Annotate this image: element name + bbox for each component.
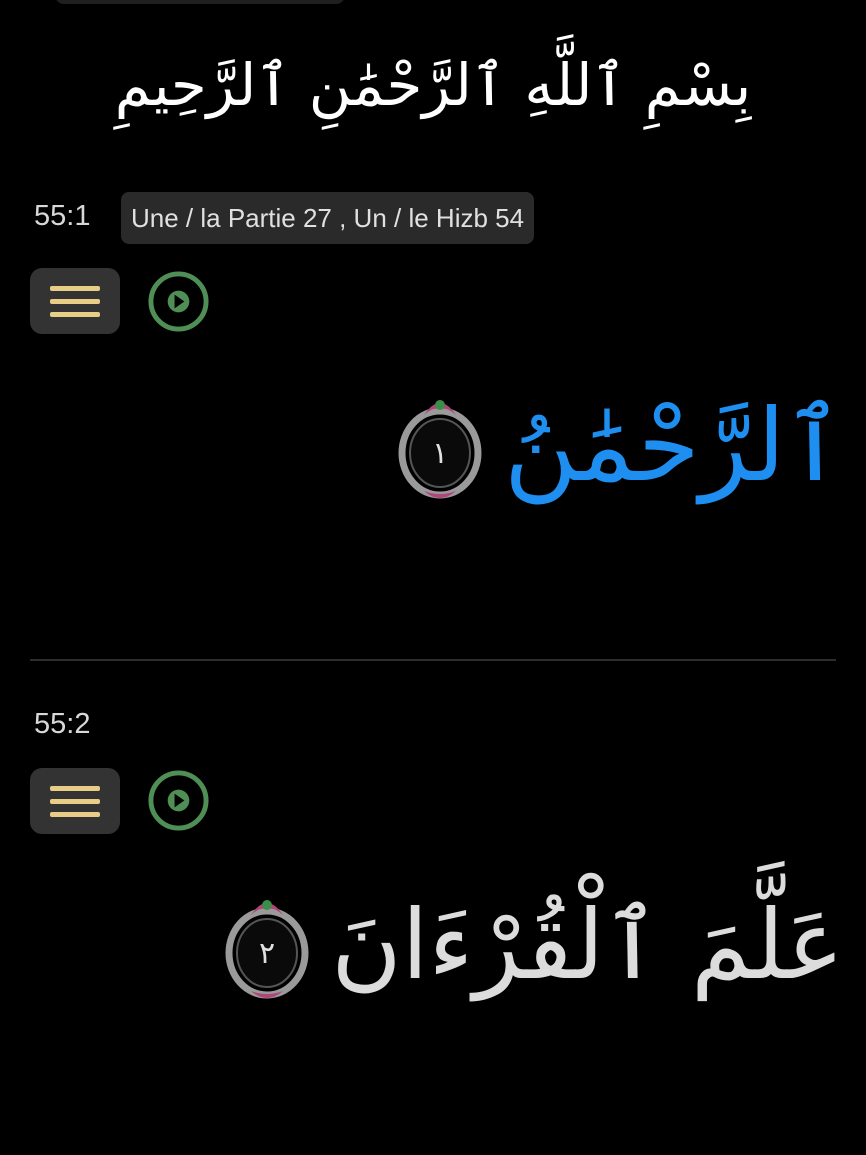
verse-number: 55:2 [34, 708, 91, 740]
ayah-end-marker-icon: ٢ [225, 900, 309, 999]
ayah-marker-number: ٢ [259, 936, 275, 971]
ayah-line[interactable]: عَلَّمَ ٱلْقُرْءَانَ ٢ [221, 885, 844, 1005]
verse-menu-button[interactable] [30, 768, 120, 834]
ayah-text: عَلَّمَ ٱلْقُرْءَانَ [331, 889, 844, 1001]
hamburger-icon [50, 285, 100, 291]
basmala-heading: بِسْمِ ٱللَّهِ ٱلرَّحْمَٰنِ ٱلرَّحِيمِ [114, 51, 752, 119]
play-icon[interactable] [147, 270, 210, 333]
top-handle [55, 0, 345, 4]
verse-menu-button[interactable] [30, 268, 120, 334]
hamburger-icon [50, 785, 100, 791]
ayah-line[interactable]: ٱلرَّحْمَٰنُ ١ [394, 385, 844, 505]
quran-reader-screen: بِسْمِ ٱللَّهِ ٱلرَّحْمَٰنِ ٱلرَّحِيمِ 5… [0, 0, 866, 1155]
ayah-marker-number: ١ [432, 436, 448, 471]
verse-divider [30, 659, 836, 661]
ayah-text: ٱلرَّحْمَٰنُ [504, 386, 844, 504]
verse-number: 55:1 [34, 200, 91, 232]
ayah-end-marker-icon: ١ [398, 400, 482, 499]
juz-hizb-badge: Une / la Partie 27 , Un / le Hizb 54 [121, 192, 535, 244]
play-icon[interactable] [147, 769, 210, 832]
